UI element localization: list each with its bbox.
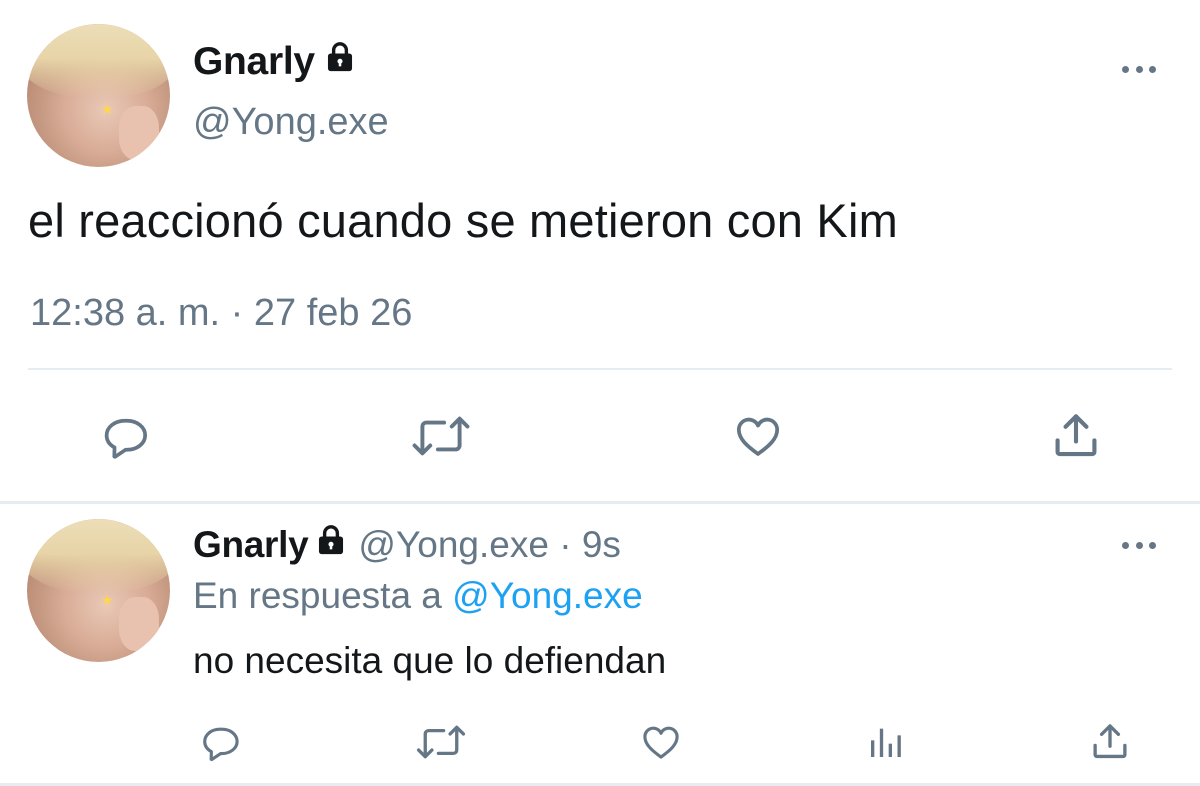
reply-prefix: En respuesta a xyxy=(193,575,442,616)
reply-button[interactable] xyxy=(196,720,246,764)
share-button[interactable] xyxy=(1048,408,1104,462)
reply-icon xyxy=(203,727,239,762)
tweet-thread: ★ Gnarly @Yong.exe el reaccionó cuando s… xyxy=(0,0,1200,786)
more-options-icon[interactable] xyxy=(1122,64,1156,74)
avatar-hand xyxy=(119,106,160,161)
tweet-timestamp[interactable]: 12:38 a. m. · 27 feb 26 xyxy=(30,292,412,335)
display-name-text[interactable]: Gnarly xyxy=(193,524,309,566)
tweet-text: el reaccionó cuando se metieron con Kim xyxy=(28,194,898,247)
reply-mention-link[interactable]: @Yong.exe xyxy=(452,575,643,616)
analytics-button[interactable] xyxy=(864,720,908,764)
avatar-hand xyxy=(119,597,160,652)
reply-header: Gnarly @Yong.exe · 9s xyxy=(193,523,621,566)
retweet-button[interactable] xyxy=(409,410,473,462)
user-handle[interactable]: @Yong.exe xyxy=(193,101,389,144)
handle-and-time[interactable]: @Yong.exe · 9s xyxy=(358,524,620,566)
share-icon xyxy=(1093,724,1127,759)
like-icon xyxy=(643,726,679,759)
star-sticker-icon: ★ xyxy=(101,101,114,117)
reply-icon xyxy=(104,418,148,459)
more-options-icon[interactable] xyxy=(1122,540,1156,550)
share-button[interactable] xyxy=(1086,718,1134,764)
analytics-icon xyxy=(871,728,901,757)
like-button[interactable] xyxy=(730,410,786,462)
retweet-icon xyxy=(412,416,470,456)
tweet-text: no necesita que lo defiendan xyxy=(193,640,667,681)
retweet-icon xyxy=(416,725,466,759)
reply-context: En respuesta a @Yong.exe xyxy=(193,575,643,617)
display-name[interactable]: Gnarly xyxy=(193,40,357,84)
reply-button[interactable] xyxy=(98,410,154,462)
like-button[interactable] xyxy=(636,720,686,764)
avatar-hair xyxy=(27,24,170,99)
avatar[interactable]: ★ xyxy=(27,24,170,167)
display-name-text: Gnarly xyxy=(193,40,315,83)
lock-icon xyxy=(323,40,357,84)
section-divider xyxy=(0,501,1200,504)
main-tweet[interactable]: ★ Gnarly @Yong.exe el reaccionó cuando s… xyxy=(0,0,1200,502)
retweet-button[interactable] xyxy=(412,720,470,764)
like-icon xyxy=(736,417,780,456)
lock-icon xyxy=(314,523,348,566)
star-sticker-icon: ★ xyxy=(101,592,114,608)
divider xyxy=(28,368,1172,370)
avatar-hair xyxy=(27,519,170,594)
avatar[interactable]: ★ xyxy=(27,519,170,662)
share-icon xyxy=(1055,414,1097,457)
